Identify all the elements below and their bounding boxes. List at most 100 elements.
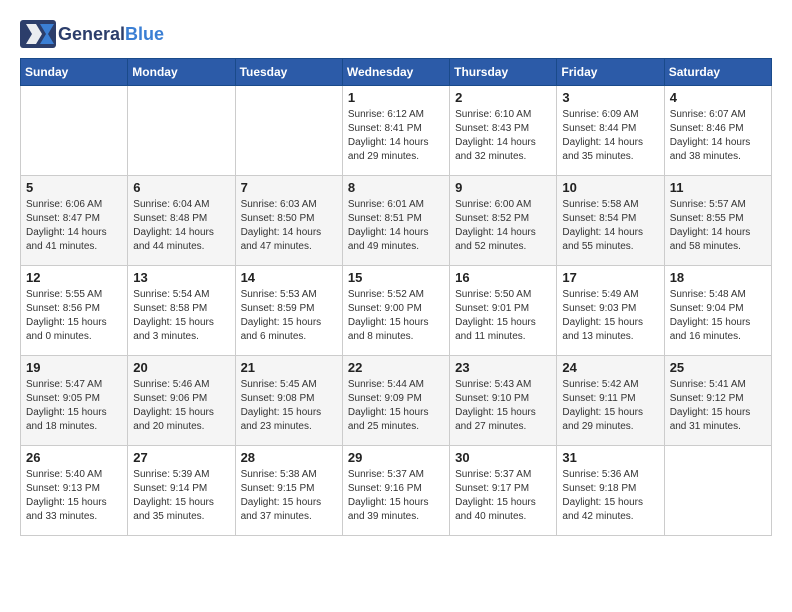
day-number: 16: [455, 270, 551, 285]
calendar-cell: 28Sunrise: 5:38 AMSunset: 9:15 PMDayligh…: [235, 446, 342, 536]
weekday-header-sunday: Sunday: [21, 59, 128, 86]
calendar-cell: 22 Sunrise: 5:44 AMSunset: 9:09 PMDayligh…: [342, 356, 449, 446]
calendar-cell: 4 Sunrise: 6:07 AMSunset: 8:46 PMDaylight…: [664, 86, 771, 176]
day-number: 13: [133, 270, 229, 285]
day-number: 8: [348, 180, 444, 195]
day-info: Sunrise: 6:06 AMSunset: 8:47 PMDaylight:…: [26, 198, 122, 254]
calendar-cell: 13 Sunrise: 5:54 AMSunset: 8:58 PMDayligh…: [128, 266, 235, 356]
calendar-cell: 30 Sunrise: 5:37 AMSunset: 9:17 PMDayligh…: [450, 446, 557, 536]
day-number: 31: [562, 450, 658, 465]
day-number: 3: [562, 90, 658, 105]
day-info: Sunrise: 6:00 AMSunset: 8:52 PMDaylight:…: [455, 198, 551, 254]
day-info: Sunrise: 5:52 AMSunset: 9:00 PMDaylight:…: [348, 288, 444, 344]
weekday-header-wednesday: Wednesday: [342, 59, 449, 86]
weekday-header-saturday: Saturday: [664, 59, 771, 86]
calendar-cell: 19Sunrise: 5:47 AMSunset: 9:05 PMDayligh…: [21, 356, 128, 446]
calendar-cell: 1 Sunrise: 6:12 AMSunset: 8:41 PMDaylight…: [342, 86, 449, 176]
calendar-cell: 5Sunrise: 6:06 AMSunset: 8:47 PMDaylight…: [21, 176, 128, 266]
day-number: 29: [348, 450, 444, 465]
weekday-header-tuesday: Tuesday: [235, 59, 342, 86]
day-number: 11: [670, 180, 766, 195]
calendar-cell: 17 Sunrise: 5:49 AMSunset: 9:03 PMDayligh…: [557, 266, 664, 356]
day-info: Sunrise: 5:55 AMSunset: 8:56 PMDaylight:…: [26, 288, 122, 344]
day-number: 28: [241, 450, 337, 465]
day-info: Sunrise: 5:45 AMSunset: 9:08 PMDaylight:…: [241, 378, 337, 434]
calendar-cell: 31 Sunrise: 5:36 AMSunset: 9:18 PMDayligh…: [557, 446, 664, 536]
calendar-cell: [235, 86, 342, 176]
calendar-cell: 18 Sunrise: 5:48 AMSunset: 9:04 PMDayligh…: [664, 266, 771, 356]
day-info: Sunrise: 5:48 AMSunset: 9:04 PMDaylight:…: [670, 288, 766, 344]
day-number: 27: [133, 450, 229, 465]
day-number: 23: [455, 360, 551, 375]
calendar-cell: 7 Sunrise: 6:03 AMSunset: 8:50 PMDaylight…: [235, 176, 342, 266]
day-number: 17: [562, 270, 658, 285]
calendar-header-row: SundayMondayTuesdayWednesdayThursdayFrid…: [21, 59, 772, 86]
day-number: 9: [455, 180, 551, 195]
day-info: Sunrise: 6:12 AMSunset: 8:41 PMDaylight:…: [348, 108, 444, 164]
calendar-week-row: 5Sunrise: 6:06 AMSunset: 8:47 PMDaylight…: [21, 176, 772, 266]
day-info: Sunrise: 6:07 AMSunset: 8:46 PMDaylight:…: [670, 108, 766, 164]
calendar-cell: 9 Sunrise: 6:00 AMSunset: 8:52 PMDaylight…: [450, 176, 557, 266]
day-info: Sunrise: 5:37 AMSunset: 9:16 PMDaylight:…: [348, 468, 444, 524]
day-info: Sunrise: 5:42 AMSunset: 9:11 PMDaylight:…: [562, 378, 658, 434]
day-number: 20: [133, 360, 229, 375]
calendar-cell: 16 Sunrise: 5:50 AMSunset: 9:01 PMDayligh…: [450, 266, 557, 356]
day-info: Sunrise: 5:39 AMSunset: 9:14 PMDaylight:…: [133, 468, 229, 524]
day-info: Sunrise: 6:04 AMSunset: 8:48 PMDaylight:…: [133, 198, 229, 254]
day-number: 1: [348, 90, 444, 105]
day-number: 15: [348, 270, 444, 285]
day-number: 30: [455, 450, 551, 465]
day-number: 18: [670, 270, 766, 285]
calendar-cell: 3 Sunrise: 6:09 AMSunset: 8:44 PMDaylight…: [557, 86, 664, 176]
calendar-cell: 20 Sunrise: 5:46 AMSunset: 9:06 PMDayligh…: [128, 356, 235, 446]
day-info: Sunrise: 5:50 AMSunset: 9:01 PMDaylight:…: [455, 288, 551, 344]
day-info: Sunrise: 5:53 AMSunset: 8:59 PMDaylight:…: [241, 288, 337, 344]
day-info: Sunrise: 5:40 AMSunset: 9:13 PMDaylight:…: [26, 468, 122, 524]
day-info: Sunrise: 5:36 AMSunset: 9:18 PMDaylight:…: [562, 468, 658, 524]
weekday-header-friday: Friday: [557, 59, 664, 86]
calendar-week-row: 19Sunrise: 5:47 AMSunset: 9:05 PMDayligh…: [21, 356, 772, 446]
day-info: Sunrise: 5:57 AMSunset: 8:55 PMDaylight:…: [670, 198, 766, 254]
calendar-cell: 10 Sunrise: 5:58 AMSunset: 8:54 PMDayligh…: [557, 176, 664, 266]
day-info: Sunrise: 5:43 AMSunset: 9:10 PMDaylight:…: [455, 378, 551, 434]
calendar-cell: 21 Sunrise: 5:45 AMSunset: 9:08 PMDayligh…: [235, 356, 342, 446]
day-number: 25: [670, 360, 766, 375]
day-info: Sunrise: 5:37 AMSunset: 9:17 PMDaylight:…: [455, 468, 551, 524]
day-number: 14: [241, 270, 337, 285]
calendar-cell: 2Sunrise: 6:10 AMSunset: 8:43 PMDaylight…: [450, 86, 557, 176]
calendar-cell: 23 Sunrise: 5:43 AMSunset: 9:10 PMDayligh…: [450, 356, 557, 446]
day-info: Sunrise: 5:41 AMSunset: 9:12 PMDaylight:…: [670, 378, 766, 434]
calendar-cell: 29 Sunrise: 5:37 AMSunset: 9:16 PMDayligh…: [342, 446, 449, 536]
day-info: Sunrise: 6:09 AMSunset: 8:44 PMDaylight:…: [562, 108, 658, 164]
day-info: Sunrise: 5:46 AMSunset: 9:06 PMDaylight:…: [133, 378, 229, 434]
day-info: Sunrise: 5:49 AMSunset: 9:03 PMDaylight:…: [562, 288, 658, 344]
logo-icon: [20, 20, 56, 48]
calendar-week-row: 26Sunrise: 5:40 AMSunset: 9:13 PMDayligh…: [21, 446, 772, 536]
day-number: 10: [562, 180, 658, 195]
calendar-week-row: 1 Sunrise: 6:12 AMSunset: 8:41 PMDaylight…: [21, 86, 772, 176]
day-number: 4: [670, 90, 766, 105]
calendar-cell: 14 Sunrise: 5:53 AMSunset: 8:59 PMDayligh…: [235, 266, 342, 356]
day-info: Sunrise: 6:01 AMSunset: 8:51 PMDaylight:…: [348, 198, 444, 254]
day-number: 7: [241, 180, 337, 195]
day-number: 2: [455, 90, 551, 105]
calendar-cell: [664, 446, 771, 536]
day-info: Sunrise: 5:44 AMSunset: 9:09 PMDaylight:…: [348, 378, 444, 434]
calendar-cell: 15 Sunrise: 5:52 AMSunset: 9:00 PMDayligh…: [342, 266, 449, 356]
calendar-cell: [21, 86, 128, 176]
day-info: Sunrise: 5:58 AMSunset: 8:54 PMDaylight:…: [562, 198, 658, 254]
day-number: 6: [133, 180, 229, 195]
day-number: 22: [348, 360, 444, 375]
day-info: Sunrise: 6:03 AMSunset: 8:50 PMDaylight:…: [241, 198, 337, 254]
day-info: Sunrise: 5:54 AMSunset: 8:58 PMDaylight:…: [133, 288, 229, 344]
calendar-table: SundayMondayTuesdayWednesdayThursdayFrid…: [20, 58, 772, 536]
calendar-cell: 24Sunrise: 5:42 AMSunset: 9:11 PMDayligh…: [557, 356, 664, 446]
logo-blue-text: Blue: [125, 24, 164, 45]
day-info: Sunrise: 5:47 AMSunset: 9:05 PMDaylight:…: [26, 378, 122, 434]
calendar-week-row: 12Sunrise: 5:55 AMSunset: 8:56 PMDayligh…: [21, 266, 772, 356]
calendar-cell: 6 Sunrise: 6:04 AMSunset: 8:48 PMDaylight…: [128, 176, 235, 266]
page-header: GeneralBlue: [20, 20, 772, 48]
calendar-cell: 12Sunrise: 5:55 AMSunset: 8:56 PMDayligh…: [21, 266, 128, 356]
day-number: 21: [241, 360, 337, 375]
calendar-cell: 11 Sunrise: 5:57 AMSunset: 8:55 PMDayligh…: [664, 176, 771, 266]
